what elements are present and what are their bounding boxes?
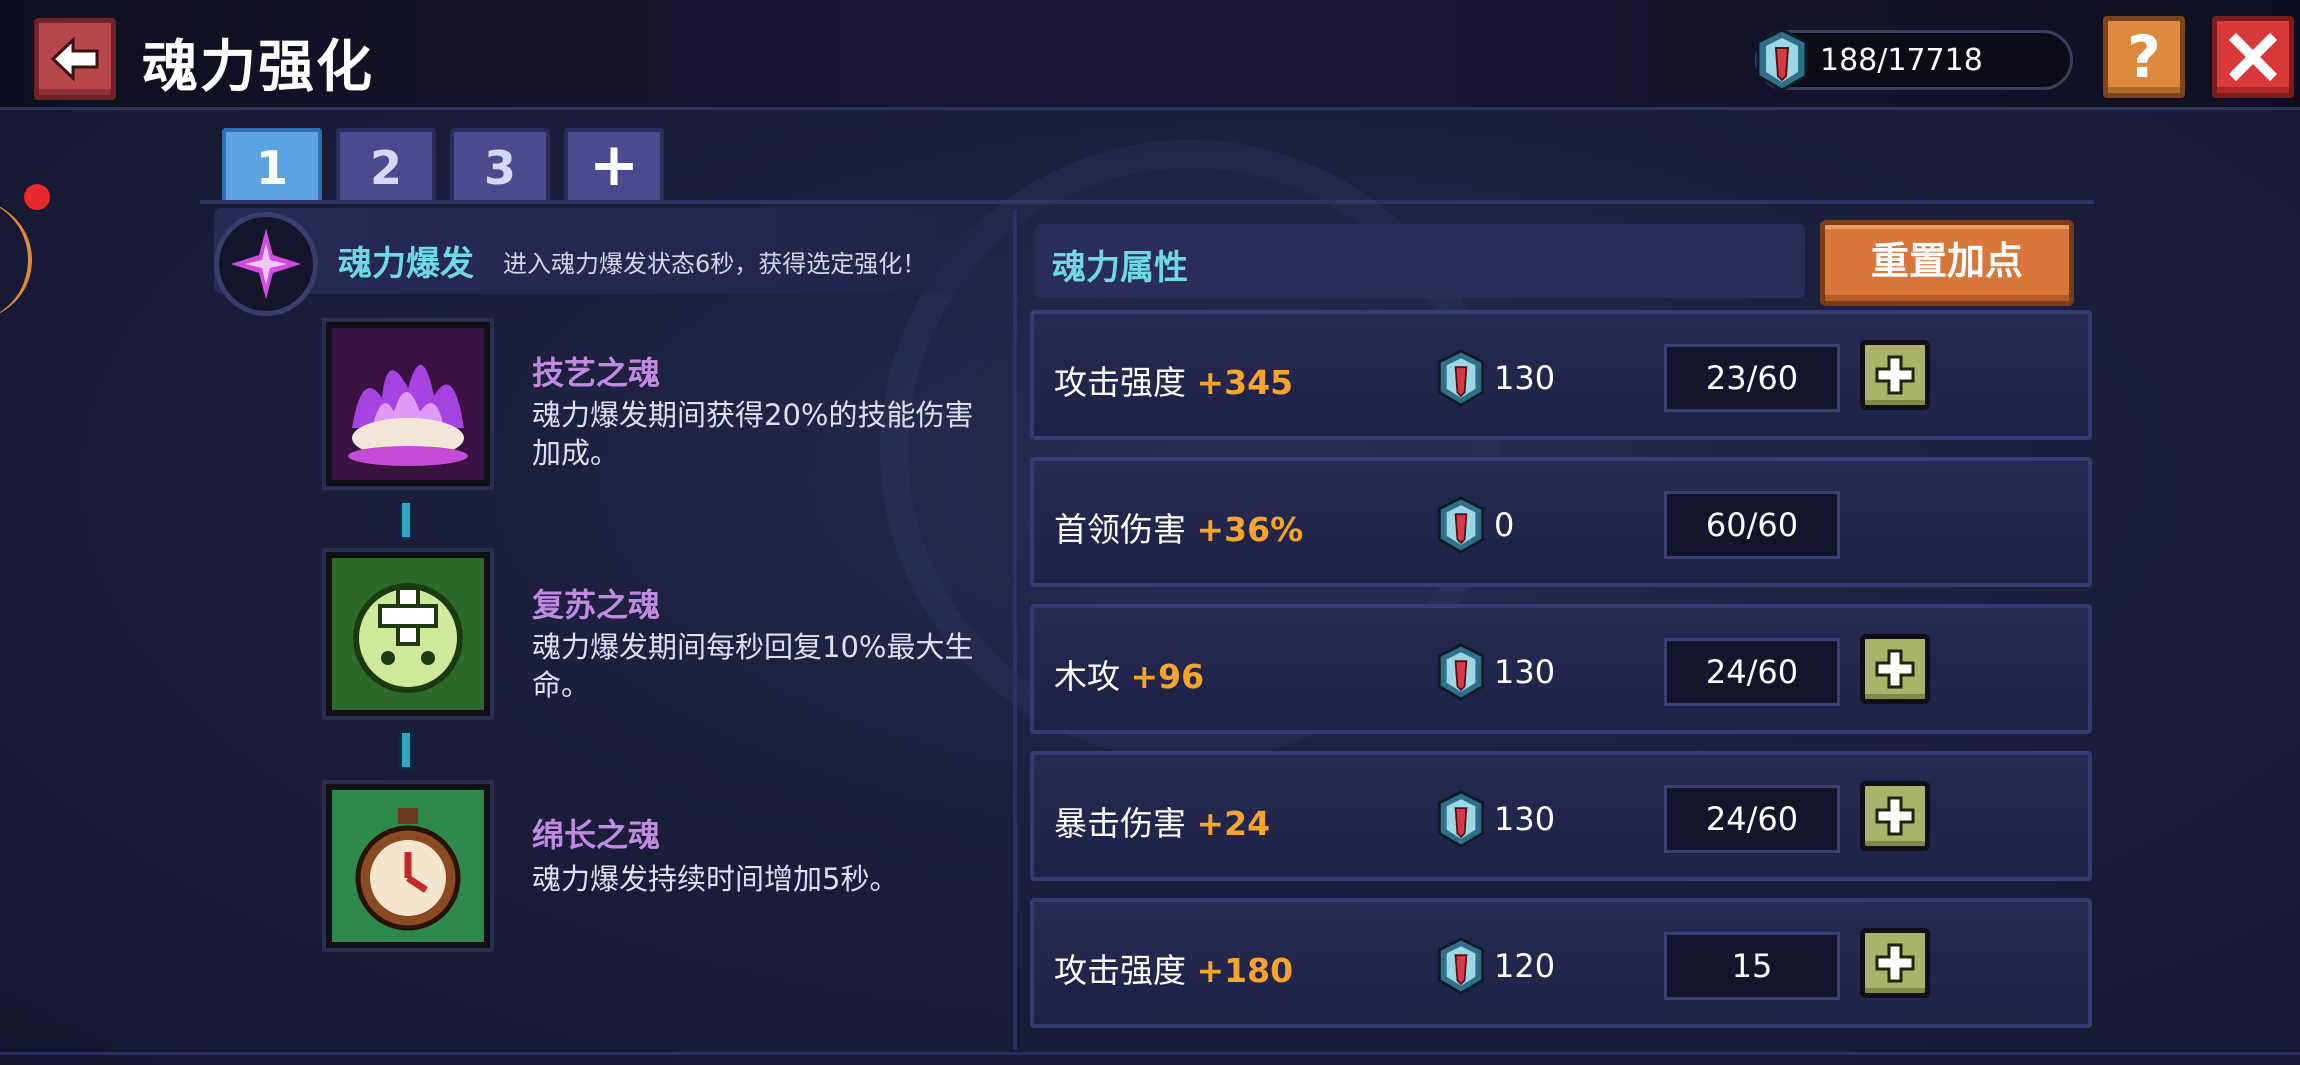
tab-3[interactable]: 3 <box>450 128 550 204</box>
burst-title: 魂力爆发 <box>338 244 474 284</box>
soul-crystal-icon <box>1438 643 1484 701</box>
soul-crystal-icon <box>1438 349 1484 407</box>
soul-burst-icon <box>214 212 318 316</box>
plus-icon <box>1875 796 1915 836</box>
attribute-label: 攻击强度 +345 <box>1054 363 1294 402</box>
bottom-border <box>0 1052 2300 1055</box>
attribute-label: 暴击伤害 +24 <box>1054 804 1271 843</box>
skill-desc-duration: 魂力爆发持续时间增加5秒。 <box>532 862 899 896</box>
attribute-cost: 130 <box>1434 789 1555 849</box>
green-heal-icon <box>332 558 484 710</box>
close-button[interactable] <box>2212 16 2294 98</box>
skill-connector <box>399 500 413 540</box>
attribute-row: 攻击强度 +345 130 23/60 <box>1030 310 2092 440</box>
skill-icon-revive[interactable] <box>326 552 490 716</box>
attribute-row: 首领伤害 +36% 0 60/60 <box>1030 457 2092 587</box>
attribute-bonus: +36% <box>1196 510 1304 549</box>
attribute-bonus: +180 <box>1196 951 1294 990</box>
add-point-button[interactable] <box>1860 928 1930 998</box>
panel-divider <box>1013 210 1017 1050</box>
skill-icon-duration[interactable] <box>326 784 490 948</box>
burst-description: 进入魂力爆发状态6秒，获得选定强化！ <box>503 250 927 278</box>
preset-tabs: 1 2 3 + <box>222 128 664 204</box>
attribute-level: 60/60 <box>1664 491 1840 559</box>
attribute-label: 攻击强度 +180 <box>1054 951 1294 990</box>
attribute-cost: 130 <box>1434 348 1555 408</box>
add-point-button[interactable] <box>1860 634 1930 704</box>
skill-desc-craft: 魂力爆发期间获得20%的技能伤害加成。 <box>532 398 974 470</box>
arrow-left-icon <box>50 36 99 82</box>
soul-crystal-icon <box>1438 496 1484 554</box>
page-title: 魂力强化 <box>142 35 374 100</box>
soul-crystal-icon <box>1756 28 1808 92</box>
skill-connector <box>399 730 413 770</box>
tabs-divider <box>200 200 2094 204</box>
skill-name-revive: 复苏之魂 <box>532 586 661 624</box>
attribute-row: 木攻 +96 130 24/60 <box>1030 604 2092 734</box>
skill-desc-revive: 魂力爆发期间每秒回复10%最大生命。 <box>532 630 974 702</box>
attribute-cost: 120 <box>1434 936 1555 996</box>
close-icon <box>2228 32 2278 82</box>
attribute-level: 24/60 <box>1664 638 1840 706</box>
plus-icon <box>1875 649 1915 689</box>
side-menu-edge[interactable] <box>0 200 32 320</box>
attribute-bonus: +345 <box>1196 363 1294 402</box>
add-point-button[interactable] <box>1860 340 1930 410</box>
attribute-level: 15 <box>1664 932 1840 1000</box>
attribute-row: 攻击强度 +180 120 15 <box>1030 898 2092 1028</box>
back-button[interactable] <box>34 18 116 100</box>
purple-flame-icon <box>332 328 484 480</box>
skill-icon-craft[interactable] <box>326 322 490 486</box>
add-point-button[interactable] <box>1860 781 1930 851</box>
tab-1[interactable]: 1 <box>222 128 322 204</box>
attribute-cost: 130 <box>1434 642 1555 702</box>
plus-icon <box>1875 943 1915 983</box>
soul-currency-display: 188/17718 <box>1755 28 2073 92</box>
skill-name-craft: 技艺之魂 <box>532 354 661 392</box>
attribute-level: 24/60 <box>1664 785 1840 853</box>
attribute-label: 首领伤害 +36% <box>1054 510 1304 549</box>
reset-points-button[interactable]: 重置加点 <box>1820 220 2074 306</box>
soul-crystal-icon <box>1438 937 1484 995</box>
attribute-cost: 0 <box>1434 495 1514 555</box>
attribute-bonus: +96 <box>1130 657 1205 696</box>
attribute-row: 暴击伤害 +24 130 24/60 <box>1030 751 2092 881</box>
currency-value: 188/17718 <box>1820 42 1983 78</box>
tab-2[interactable]: 2 <box>336 128 436 204</box>
attributes-title: 魂力属性 <box>1052 248 1188 288</box>
attribute-bonus: +24 <box>1196 804 1271 843</box>
soul-crystal-icon <box>1438 790 1484 848</box>
plus-icon <box>1875 355 1915 395</box>
skill-name-duration: 绵长之魂 <box>532 816 661 854</box>
stopwatch-icon <box>332 790 484 942</box>
add-tab-button[interactable]: + <box>564 128 664 204</box>
attribute-label: 木攻 +96 <box>1054 657 1205 696</box>
help-button[interactable]: ? <box>2103 16 2185 98</box>
attribute-level: 23/60 <box>1664 344 1840 412</box>
notification-dot <box>24 184 50 210</box>
